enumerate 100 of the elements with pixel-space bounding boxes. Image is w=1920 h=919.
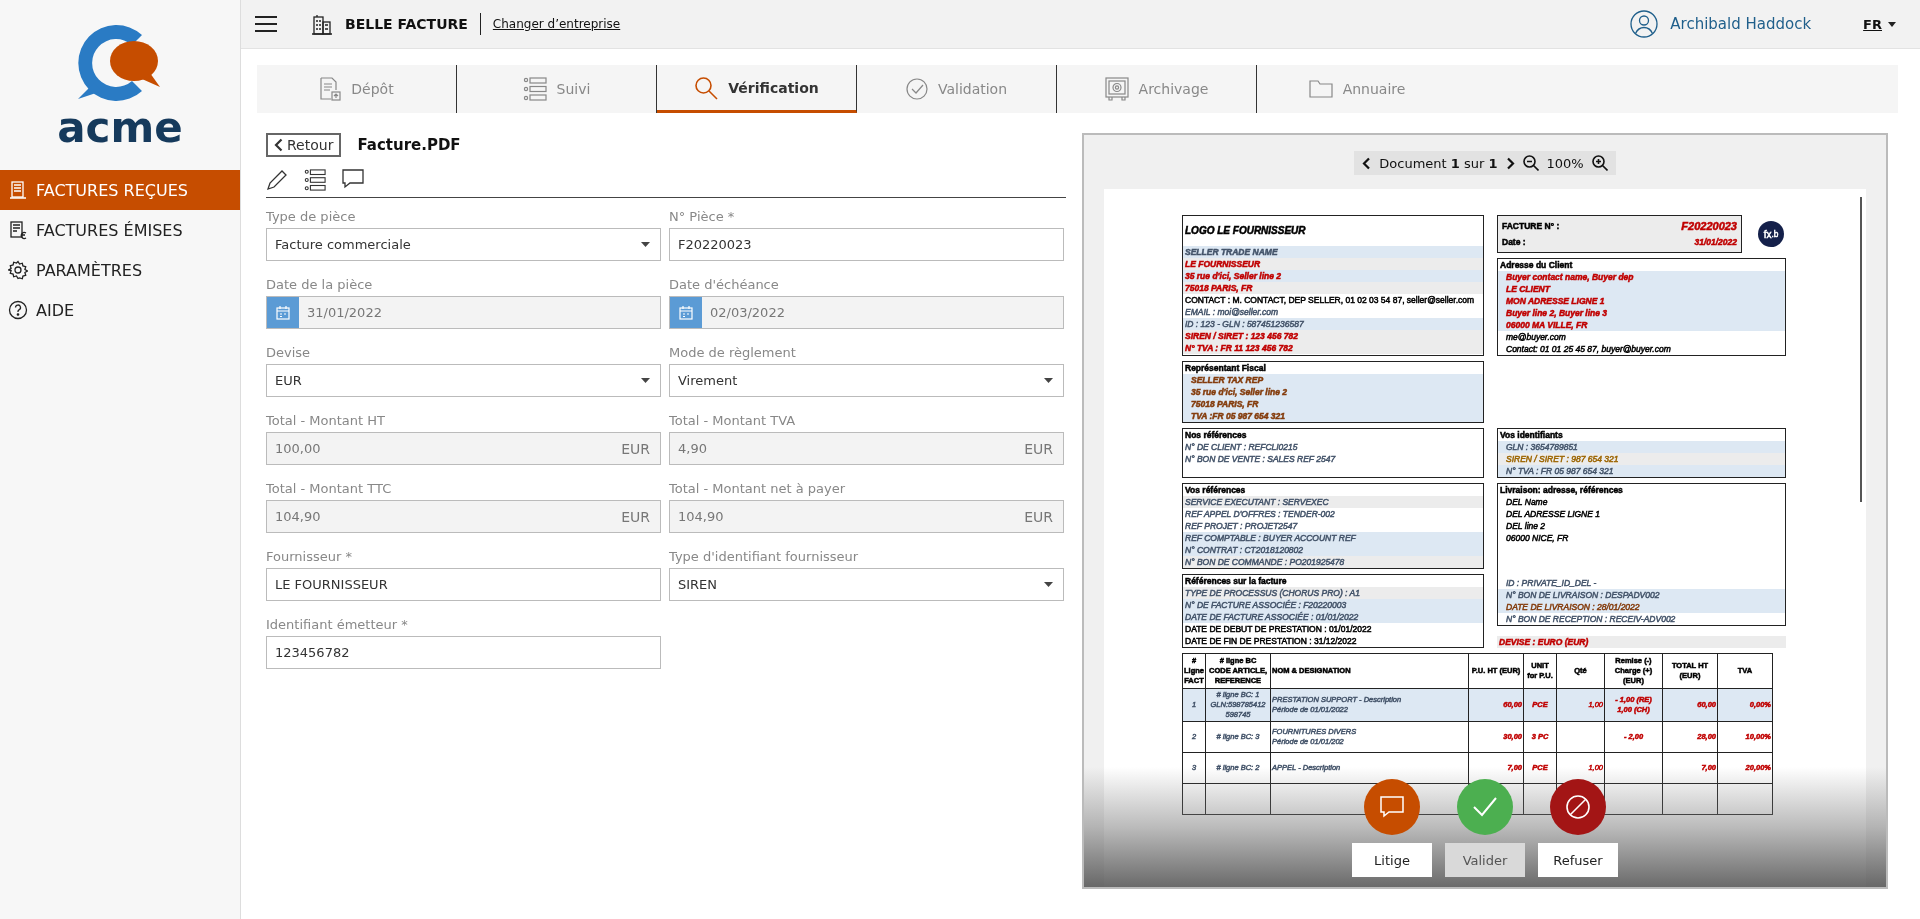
- search-icon: [694, 75, 719, 100]
- caret-icon: [1044, 378, 1053, 383]
- change-company-link[interactable]: Changer d’entreprise: [492, 17, 621, 31]
- table-cell: [1604, 752, 1663, 784]
- user-avatar-icon: [1630, 10, 1659, 38]
- input-field[interactable]: 123456782: [266, 636, 661, 669]
- caret-icon: [1888, 21, 1896, 27]
- caret-icon: [1044, 582, 1053, 587]
- invoice-line: 06000 NICE, FR: [1505, 532, 1570, 544]
- scrollbar[interactable]: [1860, 197, 1862, 502]
- zoom-in-icon[interactable]: [1591, 155, 1608, 171]
- chevron-right-icon[interactable]: [1505, 156, 1515, 170]
- document-title: Facture.PDF: [357, 136, 461, 154]
- currency-unit: EUR: [1024, 508, 1053, 525]
- field-label: N° Pièce *: [669, 208, 736, 226]
- dispute-button[interactable]: Litige: [1352, 843, 1432, 877]
- logo-text: acme: [57, 107, 183, 149]
- block-title: Livraison: adresse, références: [1499, 484, 1624, 496]
- invoice-line: N° DE CLIENT : REFCLI0215: [1184, 441, 1299, 453]
- invoice-line: EMAIL : moi@seller.com: [1184, 306, 1280, 318]
- invoice-euro-icon: [8, 220, 28, 240]
- invoice-line: DEL ADRESSE LIGNE 1: [1505, 508, 1601, 520]
- sidebar-item[interactable]: AIDE: [0, 290, 240, 330]
- field-label: Type de pièce: [266, 208, 357, 226]
- caret-icon: [641, 378, 650, 383]
- field-label: Devise: [266, 344, 312, 362]
- chevron-left-icon[interactable]: [1362, 156, 1372, 170]
- building-icon: [311, 13, 333, 35]
- block-title: Références sur la facture: [1184, 575, 1288, 587]
- select-field[interactable]: Virement: [669, 364, 1064, 397]
- invoice-line: DEL line 2: [1505, 520, 1547, 532]
- supplier-logo-text: LOGO LE FOURNISSEUR: [1184, 224, 1307, 238]
- chevron-left-icon: [274, 138, 283, 152]
- pencil-icon[interactable]: [266, 169, 288, 191]
- language-dropdown[interactable]: FR: [1863, 16, 1896, 32]
- currency-unit: EUR: [1024, 440, 1053, 457]
- invoice-line: DATE DE FIN DE PRESTATION : 31/12/2022: [1184, 635, 1358, 647]
- calendar-icon: [670, 297, 702, 328]
- sidebar-item[interactable]: FACTURES REÇUES: [0, 170, 240, 210]
- list-icon[interactable]: [304, 169, 326, 191]
- field-label: Type d'identifiant fournisseur: [669, 548, 860, 566]
- settings-icon: [8, 260, 28, 280]
- calendar-icon: [267, 297, 299, 328]
- invoice-date: 31/01/2022: [1694, 236, 1737, 249]
- sidebar-item[interactable]: FACTURES ÉMISES: [0, 210, 240, 250]
- table-cell: [1205, 783, 1271, 815]
- menu-icon[interactable]: [255, 16, 277, 32]
- field-label: Date d'échéance: [669, 276, 780, 294]
- input-field[interactable]: F20220023: [669, 228, 1064, 261]
- invoice-line: me@buyer.com: [1505, 331, 1567, 343]
- invoice-line: Contact: 01 01 25 45 87, buyer@buyer.com: [1505, 343, 1672, 355]
- invoice-line: N° BON DE VENTE : SALES REF 2547: [1184, 453, 1337, 465]
- currency-unit: EUR: [621, 508, 650, 525]
- input-field[interactable]: LE FOURNISSEUR: [266, 568, 661, 601]
- invoice-line: DATE DE DEBUT DE PRESTATION : 01/01/2022: [1184, 623, 1373, 635]
- invoice-line: N° BON DE RECEPTION : RECEIV-ADV002: [1505, 613, 1677, 625]
- field-label: Total - Montant HT: [266, 412, 386, 430]
- invoice-number: F20220023: [1681, 219, 1737, 234]
- company-name: BELLE FACTURE: [345, 16, 468, 32]
- invoice-icon: [8, 180, 28, 200]
- invoice-date-label: Date :: [1502, 236, 1526, 249]
- check-circle-icon: [905, 78, 928, 100]
- field-label: Mode de règlement: [669, 344, 797, 362]
- invoice-line: REF PROJET : PROJET2547: [1184, 520, 1299, 532]
- document-upload-icon: [319, 77, 342, 101]
- invoice-line: CONTACT : M. CONTACT, DEP SELLER, 01 02 03 54 87, seller@seller.com: [1184, 294, 1476, 306]
- table-cell: [1556, 721, 1605, 753]
- page-indicator: Document 1 sur 1: [1379, 155, 1498, 171]
- comment-icon[interactable]: [342, 169, 364, 189]
- invoice-line: ID : PRIVATE_ID_DEL -: [1505, 577, 1598, 589]
- folder-icon: [1308, 80, 1333, 98]
- sidebar-item[interactable]: PARAMÈTRES: [0, 250, 240, 290]
- field-label: Date de la pièce: [266, 276, 374, 294]
- field-label: Fournisseur *: [266, 548, 353, 566]
- safe-icon: [1104, 77, 1129, 101]
- field-label: Total - Montant TVA: [669, 412, 797, 430]
- back-button[interactable]: Retour: [266, 133, 342, 157]
- table-cell: [1662, 783, 1718, 815]
- zoom-out-icon[interactable]: [1522, 155, 1539, 171]
- field-label: Total - Montant net à payer: [669, 480, 847, 498]
- invoice-line: REF APPEL D'OFFRES : TENDER-002: [1184, 508, 1336, 520]
- user-name[interactable]: Archibald Haddock: [1670, 15, 1812, 33]
- select-field[interactable]: Facture commerciale: [266, 228, 661, 261]
- zoom-level: 100%: [1546, 155, 1584, 171]
- list-icon: [522, 77, 547, 101]
- field-label: Total - Montant TTC: [266, 480, 393, 498]
- select-field[interactable]: SIREN: [669, 568, 1064, 601]
- select-field[interactable]: EUR: [266, 364, 661, 397]
- field-label: Identifiant émetteur *: [266, 616, 409, 634]
- caret-icon: [641, 242, 650, 247]
- currency-unit: EUR: [621, 440, 650, 457]
- invoice-number-label: FACTURE N° :: [1502, 220, 1560, 233]
- table-cell: [1717, 783, 1773, 815]
- help-icon: [8, 300, 28, 320]
- reject-button[interactable]: Refuser: [1538, 843, 1618, 877]
- block-title: Vos références: [1184, 484, 1247, 496]
- block-title: Vos identifiants: [1499, 429, 1564, 441]
- block-title: Nos références: [1184, 429, 1248, 441]
- tab[interactable]: Vérification: [657, 65, 857, 113]
- table-cell: [1182, 783, 1206, 815]
